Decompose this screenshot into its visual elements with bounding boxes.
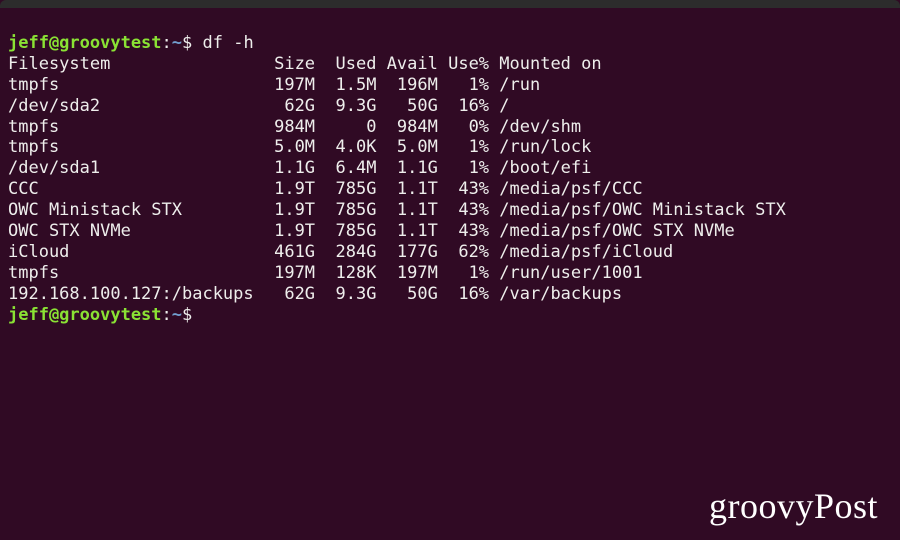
df-row: /dev/sda2 62G 9.3G 50G 16% / bbox=[8, 96, 510, 116]
df-row: tmpfs 197M 128K 197M 1% /run/user/1001 bbox=[8, 263, 643, 283]
df-row: OWC Ministack STX 1.9T 785G 1.1T 43% /me… bbox=[8, 200, 786, 220]
cursor bbox=[192, 305, 202, 325]
window-titlebar bbox=[0, 0, 900, 8]
df-row: /dev/sda1 1.1G 6.4M 1.1G 1% /boot/efi bbox=[8, 158, 591, 178]
df-row: 192.168.100.127:/backups 62G 9.3G 50G 16… bbox=[8, 284, 622, 304]
terminal-viewport[interactable]: jeff@groovytest:~$ df -h Filesystem Size… bbox=[0, 8, 900, 326]
prompt-path: ~ bbox=[172, 33, 182, 53]
df-row: OWC STX NVMe 1.9T 785G 1.1T 43% /media/p… bbox=[8, 221, 735, 241]
prompt-colon: : bbox=[162, 33, 172, 53]
prompt-colon: : bbox=[162, 305, 172, 325]
prompt-user-host: jeff@groovytest bbox=[8, 33, 162, 53]
df-header-row: Filesystem Size Used Avail Use% Mounted … bbox=[8, 54, 602, 74]
prompt-user-host: jeff@groovytest bbox=[8, 305, 162, 325]
df-row: tmpfs 197M 1.5M 196M 1% /run bbox=[8, 75, 540, 95]
df-row: CCC 1.9T 785G 1.1T 43% /media/psf/CCC bbox=[8, 179, 643, 199]
df-row: tmpfs 5.0M 4.0K 5.0M 1% /run/lock bbox=[8, 137, 591, 157]
df-row: tmpfs 984M 0 984M 0% /dev/shm bbox=[8, 117, 581, 137]
prompt-symbol: $ bbox=[182, 33, 192, 53]
df-row: iCloud 461G 284G 177G 62% /media/psf/iCl… bbox=[8, 242, 673, 262]
prompt-path: ~ bbox=[172, 305, 182, 325]
command-text: df -h bbox=[192, 33, 253, 53]
watermark-text: groovyPost bbox=[709, 484, 878, 528]
prompt-symbol: $ bbox=[182, 305, 192, 325]
